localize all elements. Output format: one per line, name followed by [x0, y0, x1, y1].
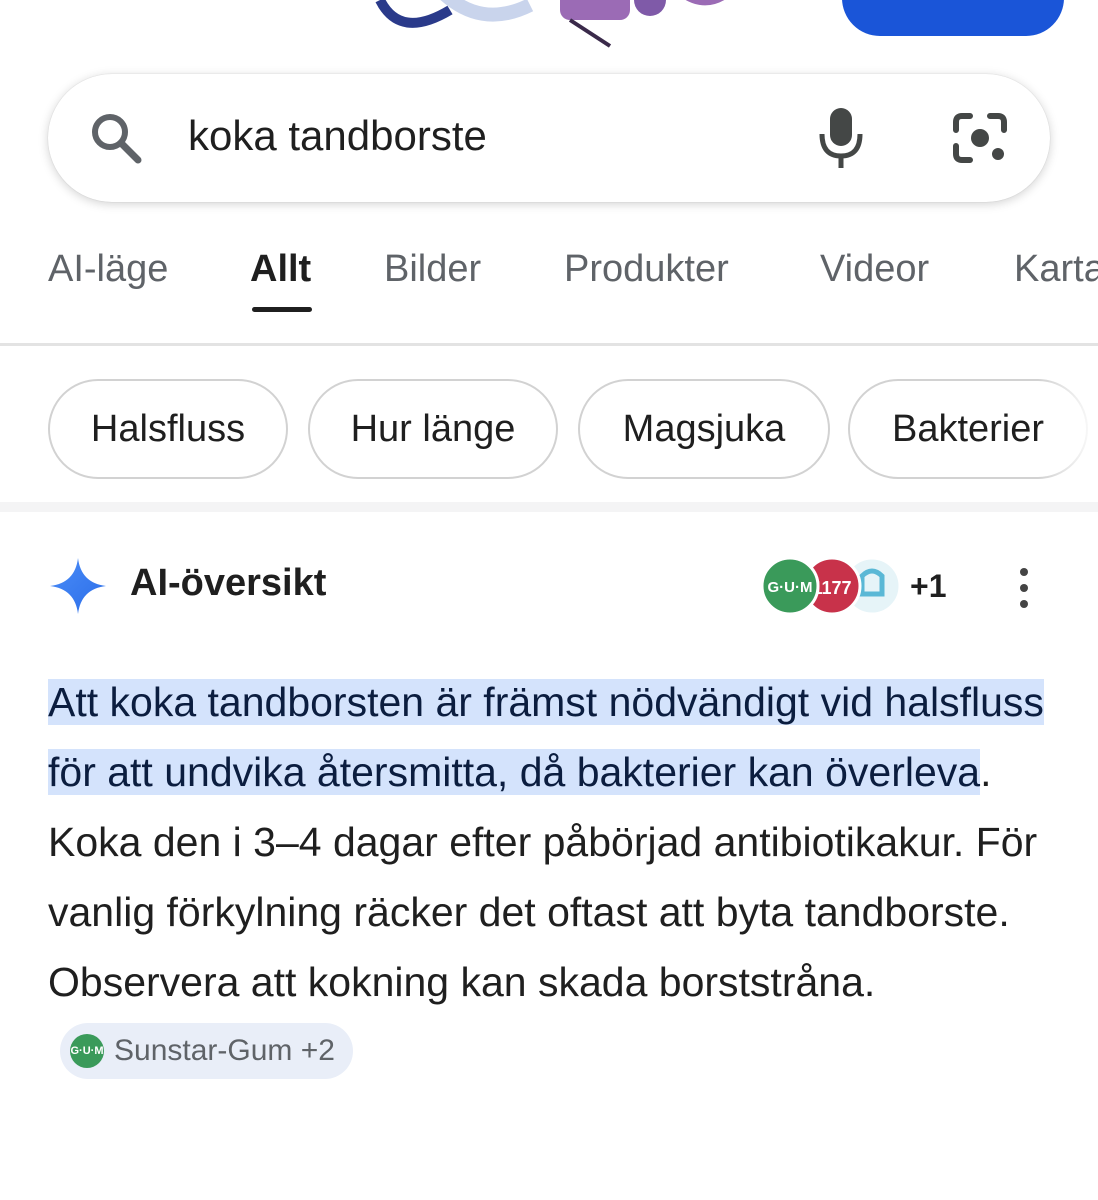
tab-ai-mode[interactable]: AI-läge: [48, 248, 168, 291]
citation-label: Sunstar-Gum +2: [114, 1034, 335, 1068]
sign-in-button[interactable]: [842, 0, 1064, 36]
tab-all[interactable]: Allt: [250, 248, 311, 291]
active-tab-indicator: [252, 307, 312, 312]
gemini-sparkle-icon: [50, 558, 106, 614]
google-doodle[interactable]: [360, 0, 750, 50]
search-input[interactable]: koka tandborste: [188, 112, 487, 160]
tab-images[interactable]: Bilder: [384, 248, 481, 291]
tab-products[interactable]: Produkter: [564, 248, 729, 291]
microphone-icon[interactable]: [816, 106, 866, 170]
sunstar-gum-logo: G·U·M: [70, 1034, 104, 1069]
sources-more-count[interactable]: +1: [910, 568, 946, 605]
ai-overview-text: Att koka tandborsten är främst nödvändig…: [48, 667, 1058, 1087]
tab-videos[interactable]: Videor: [820, 248, 929, 291]
source-gum-logo-text: G·U·M: [768, 579, 813, 596]
tabs-divider: [0, 343, 1098, 346]
section-divider: [0, 502, 1098, 512]
google-lens-icon[interactable]: [952, 112, 1008, 164]
search-bar[interactable]: koka tandborste: [48, 74, 1050, 202]
source-avatars[interactable]: 1177 G·U·M: [758, 554, 908, 618]
search-icon[interactable]: [88, 110, 144, 166]
highlighted-answer: Att koka tandborsten är främst nödvändig…: [48, 679, 1044, 795]
citation-chip[interactable]: G·U·M Sunstar-Gum +2: [60, 1023, 353, 1080]
tab-maps[interactable]: Karta: [1014, 248, 1098, 291]
chip-hur-lange[interactable]: Hur länge: [308, 379, 558, 479]
chip-magsjuka[interactable]: Magsjuka: [578, 379, 830, 479]
ai-overview-title: AI-översikt: [130, 562, 327, 604]
search-tabs: AI-läge Allt Bilder Produkter Videor Kar…: [0, 240, 1098, 320]
chips-scroll-fade: [1040, 370, 1098, 490]
more-options-icon[interactable]: [1010, 568, 1038, 612]
chip-halsfluss[interactable]: Halsfluss: [48, 379, 288, 479]
